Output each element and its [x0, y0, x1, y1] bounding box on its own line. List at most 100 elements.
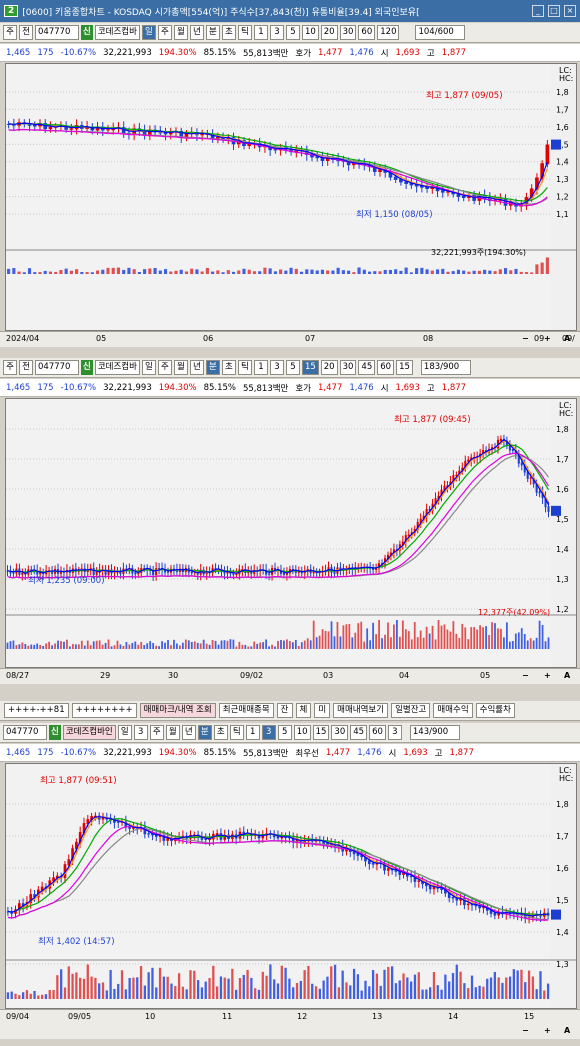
volume-bar	[21, 642, 24, 649]
period-month-button[interactable]: 월	[173, 360, 188, 375]
interval-30[interactable]: 30	[331, 725, 349, 740]
period-week-button[interactable]: 주	[157, 360, 172, 375]
interval-10[interactable]: 10	[293, 725, 311, 740]
volume-bar	[140, 641, 143, 649]
zoom-out-button[interactable]: −	[522, 1026, 529, 1035]
interval-45[interactable]: 45	[358, 360, 376, 375]
trade-profit-button[interactable]: 매매수익	[433, 703, 473, 718]
panel3-chart[interactable]: 1,8 1,7 1,6 1,5 1,4 1,3 최고 1,877 (09:51) 최저 1…	[5, 763, 577, 1009]
interval-120[interactable]: 120	[377, 25, 400, 40]
data-count[interactable]: 143/900	[409, 725, 460, 740]
volume-bar	[482, 627, 485, 649]
period-year-button[interactable]: 년	[181, 725, 196, 740]
stock-name[interactable]: 코데즈컴바	[94, 25, 140, 40]
volume-bar	[485, 626, 487, 649]
market-select[interactable]: 전	[19, 25, 33, 40]
period-month-button[interactable]: 월	[165, 725, 180, 740]
interval-30[interactable]: 30	[339, 25, 357, 40]
period-year-button[interactable]: 년	[189, 25, 204, 40]
period-min-button[interactable]: 분	[197, 725, 212, 740]
zoom-in-button[interactable]: +	[544, 671, 551, 680]
trade-history-button[interactable]: 매매내역보기	[333, 703, 389, 718]
maximize-button[interactable]: □	[548, 5, 560, 17]
type-select[interactable]: 주	[3, 25, 17, 40]
daily-balance-button[interactable]: 일별잔고	[391, 703, 431, 718]
interval-20[interactable]: 20	[320, 360, 338, 375]
interval-60[interactable]: 60	[377, 360, 395, 375]
period-sec-button[interactable]: 초	[221, 25, 236, 40]
stock-name[interactable]: 코데즈컴바	[94, 360, 140, 375]
volume-bar	[387, 622, 389, 649]
zoom-in-button[interactable]: +	[544, 1026, 551, 1035]
interval-5[interactable]: 5	[285, 360, 300, 375]
filled-button[interactable]: 체	[295, 703, 312, 718]
period-day-button[interactable]: 일	[141, 360, 156, 375]
period-week-button[interactable]: 주	[157, 25, 172, 40]
period-tick-button[interactable]: 틱	[237, 360, 252, 375]
stock-code-input[interactable]: 047770	[35, 25, 79, 40]
period-week-button[interactable]: 주	[149, 725, 164, 740]
interval-select[interactable]: 3	[387, 725, 402, 740]
volume-bar	[122, 269, 126, 274]
interval-60[interactable]: 60	[358, 25, 376, 40]
volume-bar	[177, 973, 181, 999]
period-year-button[interactable]: 년	[189, 360, 204, 375]
period-day-button[interactable]: 일	[117, 725, 132, 740]
zoom-out-button[interactable]: −	[522, 671, 529, 680]
period-sec-button[interactable]: 초	[221, 360, 236, 375]
interval-60[interactable]: 60	[369, 725, 386, 740]
auto-scale-button[interactable]: A	[564, 671, 570, 680]
interval-45[interactable]: 45	[350, 725, 368, 740]
volume-bar	[217, 644, 220, 649]
period-num-select[interactable]: 3	[133, 725, 148, 740]
period-month-button[interactable]: 월	[173, 25, 188, 40]
interval-15[interactable]: 15	[301, 360, 319, 375]
volume-bar	[259, 642, 262, 649]
interval-15[interactable]: 15	[312, 725, 330, 740]
volume-bar	[280, 965, 283, 999]
volume-bar	[342, 625, 345, 649]
market-select[interactable]: 전	[19, 360, 33, 375]
current-price-marker	[551, 139, 561, 150]
interval-1[interactable]: 1	[245, 725, 260, 740]
period-day-button[interactable]: 일	[141, 25, 156, 40]
account-select[interactable]: ++++-++81	[4, 703, 69, 718]
interval-30[interactable]: 30	[339, 360, 357, 375]
zoom-in-button[interactable]: +	[544, 334, 551, 343]
data-count[interactable]: 104/600	[415, 25, 466, 40]
balance-button[interactable]: 잔	[276, 703, 293, 718]
interval-3[interactable]: 3	[269, 360, 284, 375]
interval-5[interactable]: 5	[277, 725, 292, 740]
return-chart-button[interactable]: 수익률차	[475, 703, 515, 718]
interval-3[interactable]: 3	[269, 25, 284, 40]
interval-1[interactable]: 1	[253, 360, 268, 375]
auto-scale-button[interactable]: A	[564, 1026, 570, 1035]
password-input[interactable]: ++++++++	[71, 703, 137, 718]
data-count[interactable]: 183/900	[420, 360, 471, 375]
period-tick-button[interactable]: 틱	[229, 725, 244, 740]
minimize-button[interactable]: _	[532, 5, 544, 17]
type-select[interactable]: 주	[3, 360, 17, 375]
period-min-button[interactable]: 분	[205, 360, 220, 375]
interval-3[interactable]: 3	[261, 725, 276, 740]
interval-select[interactable]: 15	[396, 360, 413, 375]
interval-1[interactable]: 1	[253, 25, 268, 40]
panel1-chart[interactable]: 1,8 1,7 1,6 1,5 1,4 1,3 1,2 1,1 최고 1,877 (09/05…	[5, 63, 577, 331]
recent-trades-button[interactable]: 최근매매종목	[218, 703, 274, 718]
stock-code-input[interactable]: 047770	[35, 360, 79, 375]
zoom-out-button[interactable]: −	[522, 334, 529, 343]
close-button[interactable]: ×	[564, 5, 576, 17]
panel2-chart[interactable]: 1,8 1,7 1,6 1,5 1,4 1,3 1,2 최고 1,877 (09:45) 최…	[5, 398, 577, 668]
trade-mark-button[interactable]: 매매마크/내역 조회	[139, 703, 216, 718]
stock-code-input[interactable]: 047770	[3, 725, 47, 740]
auto-scale-button[interactable]: A	[564, 334, 570, 343]
volume-bar	[300, 642, 303, 649]
period-min-button[interactable]: 분	[205, 25, 220, 40]
period-sec-button[interactable]: 초	[213, 725, 228, 740]
interval-10[interactable]: 10	[301, 25, 319, 40]
unfilled-button[interactable]: 미	[314, 703, 331, 718]
interval-5[interactable]: 5	[285, 25, 300, 40]
interval-20[interactable]: 20	[320, 25, 338, 40]
stock-name[interactable]: 코데즈컴바인	[62, 725, 116, 740]
period-tick-button[interactable]: 틱	[237, 25, 252, 40]
